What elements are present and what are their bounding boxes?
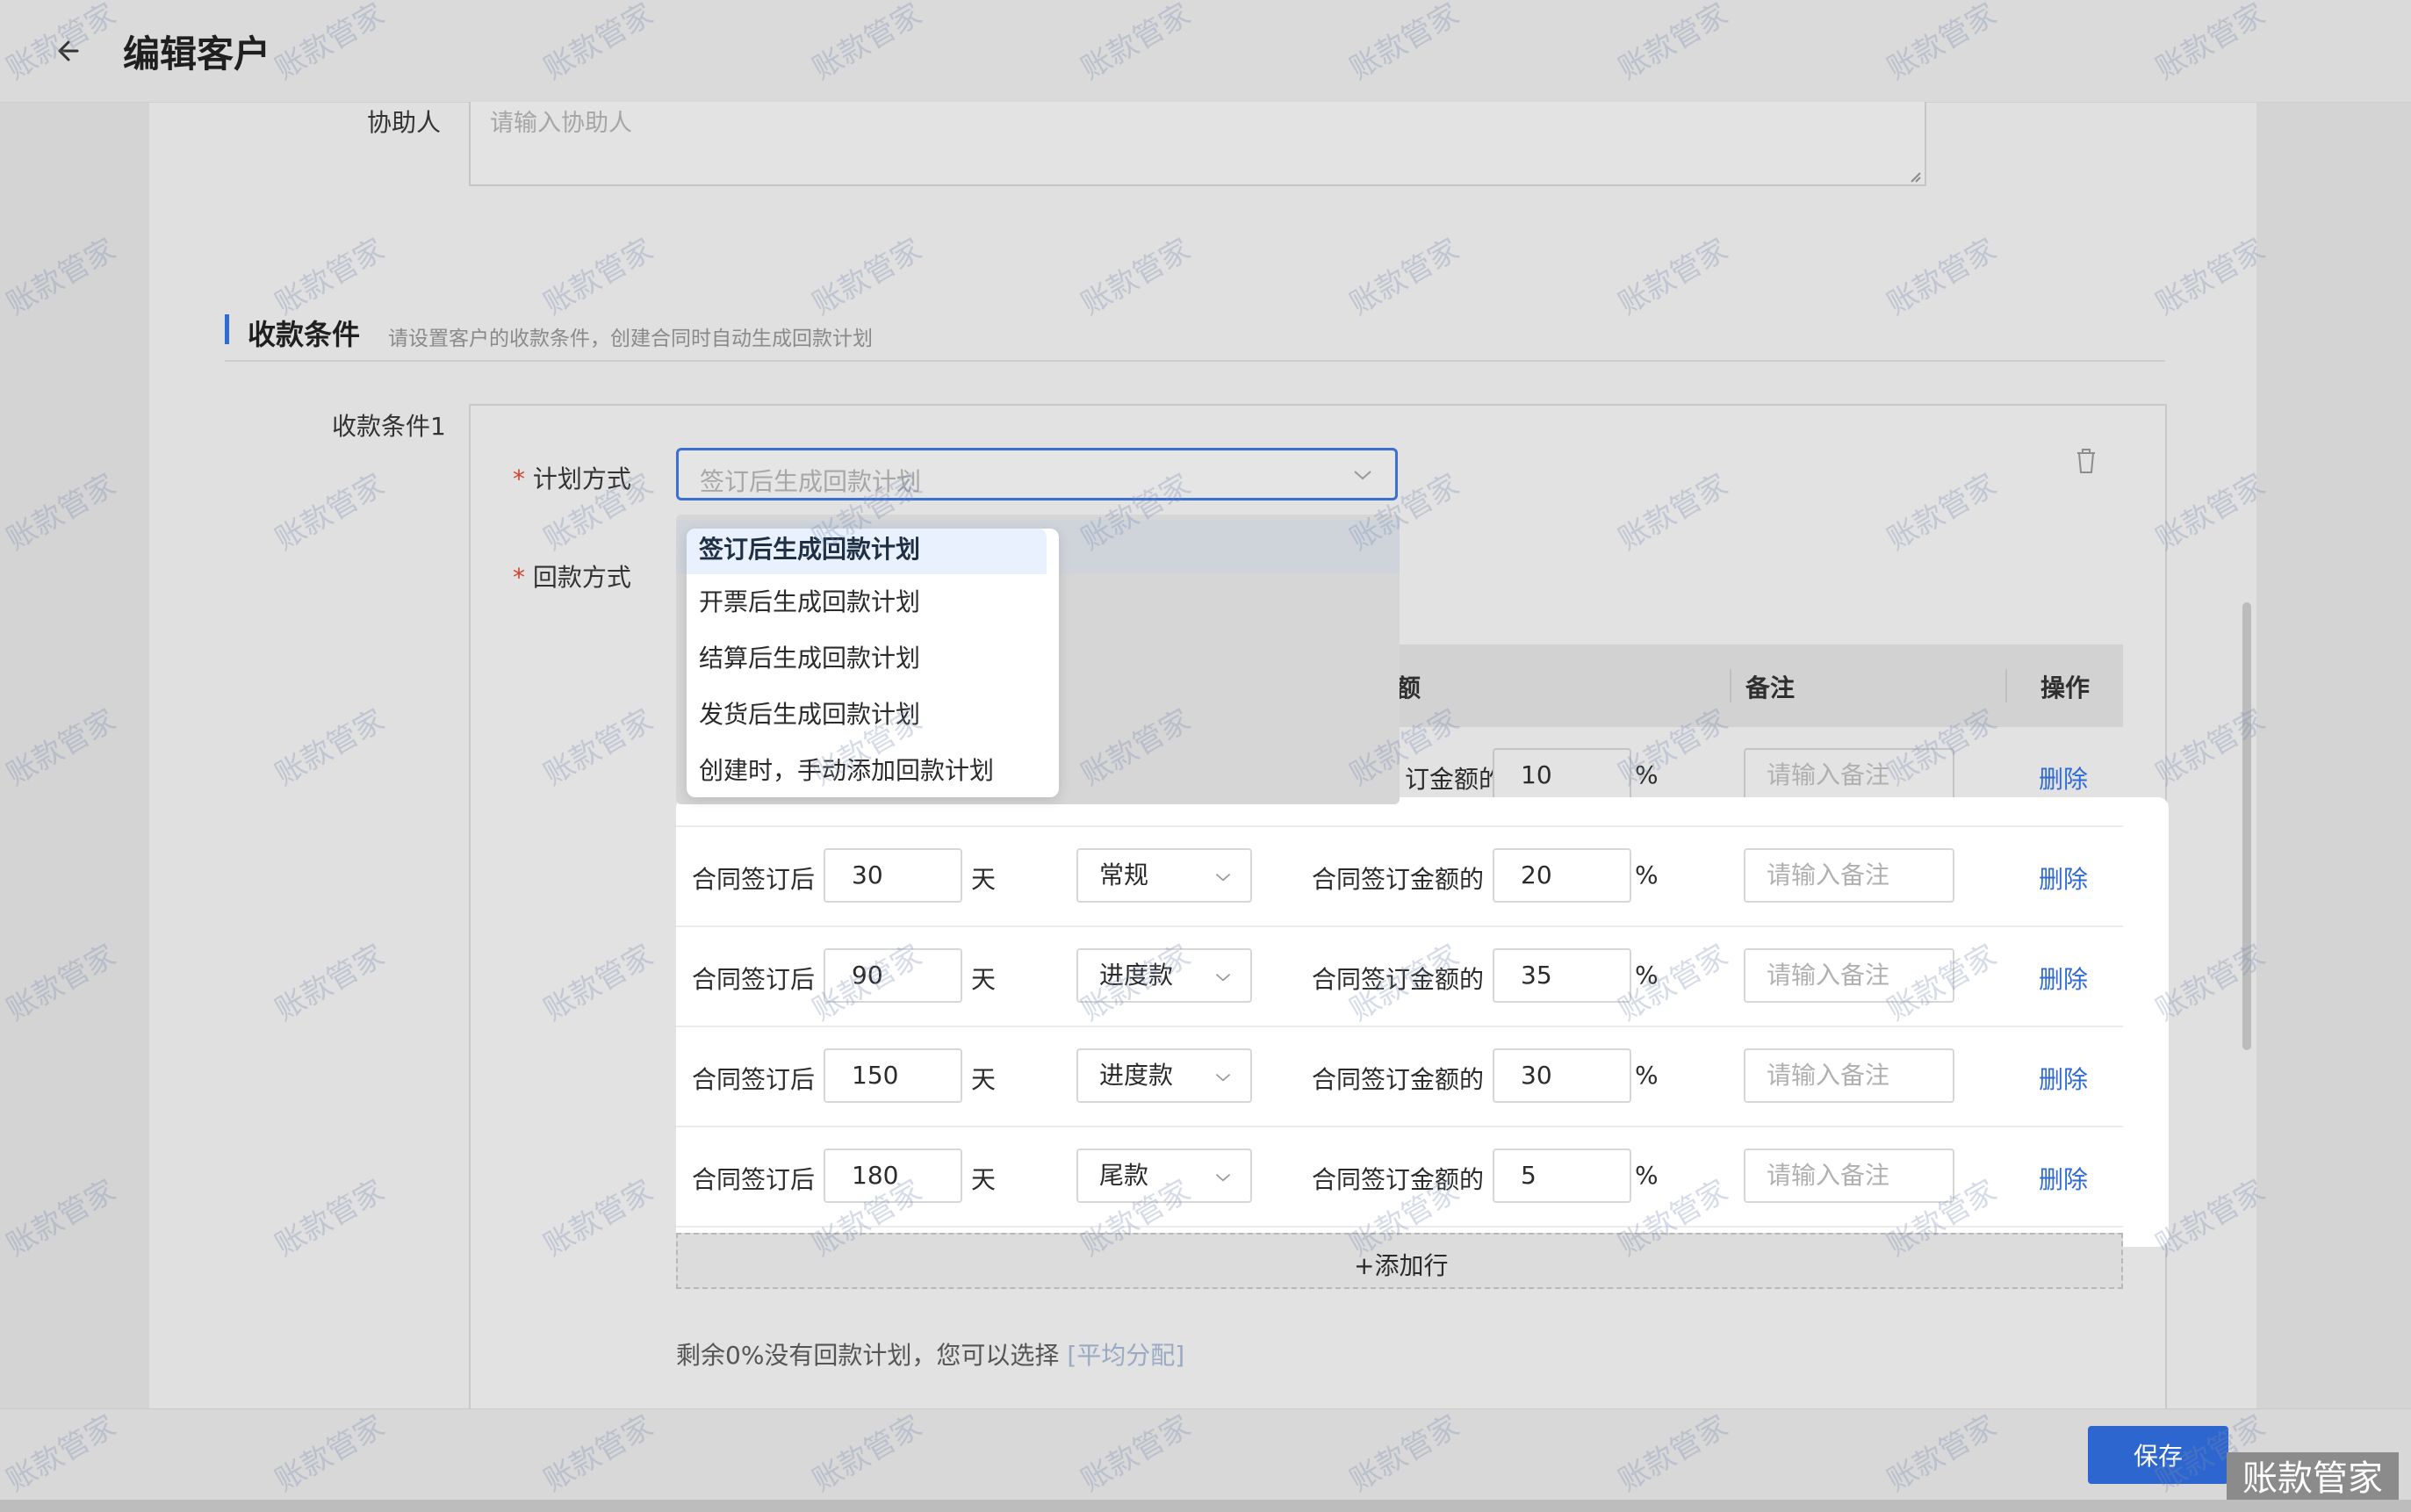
delete-link[interactable]: 删除 bbox=[2039, 1161, 2088, 1196]
days-input[interactable]: 150 bbox=[824, 1048, 962, 1103]
amount-header-partial: 额 bbox=[1396, 673, 1421, 702]
row-divider bbox=[676, 925, 2123, 927]
percent-unit: % bbox=[1635, 1161, 1659, 1190]
bottom-strip bbox=[0, 1500, 2411, 1512]
brand-logo: 账款管家 bbox=[2227, 1452, 2399, 1505]
dropdown-option[interactable]: 创建时，手动添加回款计划 bbox=[699, 752, 994, 787]
trash-icon[interactable] bbox=[2074, 446, 2098, 474]
required-mark: * bbox=[513, 563, 525, 592]
page-title: 编辑客户 bbox=[123, 32, 271, 76]
percent-input[interactable]: 10 bbox=[1493, 748, 1631, 803]
row-prefix: 合同签订后 bbox=[692, 865, 816, 894]
remark-input[interactable]: 请输入备注 bbox=[1744, 1048, 1954, 1103]
add-row-button[interactable]: +添加行 bbox=[676, 1233, 2123, 1289]
chevron-down-icon bbox=[1215, 1073, 1231, 1082]
payment-type-value: 进度款 bbox=[1099, 961, 1174, 990]
day-unit: 天 bbox=[971, 965, 997, 994]
delete-link[interactable]: 删除 bbox=[2039, 760, 2088, 796]
row-prefix: 合同签订后 bbox=[692, 1065, 816, 1094]
payment-method-text: 回款方式 bbox=[532, 563, 631, 592]
delete-link[interactable]: 删除 bbox=[2039, 961, 2088, 996]
plan-method-value: 签订后生成回款计划 bbox=[700, 467, 922, 496]
payment-type-value: 常规 bbox=[1099, 860, 1149, 889]
save-button[interactable]: 保存 bbox=[2088, 1426, 2228, 1484]
chevron-down-icon bbox=[1215, 873, 1231, 882]
payment-type-select[interactable]: 进度款 bbox=[1076, 1048, 1252, 1103]
payment-type-select[interactable]: 尾款 bbox=[1076, 1148, 1252, 1203]
section-title: 收款条件 bbox=[248, 318, 361, 351]
row-prefix: 合同签订后 bbox=[692, 965, 816, 994]
dropdown-option[interactable]: 签订后生成回款计划 bbox=[687, 529, 1047, 574]
delete-link[interactable]: 删除 bbox=[2039, 860, 2088, 896]
remark-input[interactable]: 请输入备注 bbox=[1744, 848, 1954, 903]
add-row-label: +添加行 bbox=[1354, 1251, 1449, 1280]
row-prefix: 合同签订后 bbox=[692, 1165, 816, 1194]
day-unit: 天 bbox=[971, 865, 997, 894]
row-divider bbox=[676, 1026, 2123, 1027]
amount-label: 合同签订金额的 bbox=[1312, 965, 1485, 994]
remark-input[interactable]: 请输入备注 bbox=[1744, 948, 1954, 1003]
percent-input[interactable]: 20 bbox=[1493, 848, 1631, 903]
payment-method-label: * 回款方式 bbox=[513, 558, 631, 594]
percent-unit: % bbox=[1635, 1061, 1659, 1090]
remaining-note: 剩余0%没有回款计划，您可以选择 [平均分配] bbox=[676, 1336, 1184, 1372]
left-gutter bbox=[0, 102, 149, 1410]
page-header bbox=[0, 0, 2411, 103]
back-arrow-icon[interactable] bbox=[51, 30, 93, 72]
remark-header: 备注 bbox=[1745, 673, 1796, 702]
delete-link[interactable]: 删除 bbox=[2039, 1061, 2088, 1096]
percent-input[interactable]: 30 bbox=[1493, 1048, 1631, 1103]
required-mark: * bbox=[513, 464, 525, 493]
remark-input[interactable]: 请输入备注 bbox=[1744, 748, 1954, 803]
assistant-placeholder: 请输入协助人 bbox=[490, 110, 632, 137]
days-input[interactable]: 180 bbox=[824, 1148, 962, 1203]
dropdown-option[interactable]: 开票后生成回款计划 bbox=[699, 583, 920, 618]
day-unit: 天 bbox=[971, 1165, 997, 1194]
percent-unit: % bbox=[1635, 760, 1659, 789]
header-separator bbox=[1730, 669, 1731, 702]
condition-label: 收款条件1 bbox=[332, 412, 446, 441]
days-input[interactable]: 90 bbox=[824, 948, 962, 1003]
chevron-down-icon bbox=[1215, 973, 1231, 982]
plan-method-select[interactable]: 签订后生成回款计划 bbox=[676, 448, 1398, 500]
section-subtitle: 请设置客户的收款条件，创建合同时自动生成回款计划 bbox=[388, 328, 873, 350]
row-divider bbox=[676, 825, 2123, 827]
payment-type-select[interactable]: 进度款 bbox=[1076, 948, 1252, 1003]
header-separator bbox=[2005, 669, 2007, 702]
amount-label: 合同签订金额的 bbox=[1312, 1065, 1485, 1094]
assistant-textarea[interactable] bbox=[469, 102, 1926, 186]
payment-type-value: 进度款 bbox=[1099, 1061, 1174, 1090]
row-divider bbox=[676, 1126, 2123, 1127]
percent-input[interactable]: 35 bbox=[1493, 948, 1631, 1003]
percent-unit: % bbox=[1635, 860, 1659, 889]
row-divider bbox=[676, 1226, 2123, 1228]
dropdown-option[interactable]: 发货后生成回款计划 bbox=[699, 695, 920, 731]
day-unit: 天 bbox=[971, 1065, 997, 1094]
dropdown-option[interactable]: 结算后生成回款计划 bbox=[699, 639, 920, 674]
action-header: 操作 bbox=[2040, 673, 2091, 702]
plan-method-text: 计划方式 bbox=[532, 464, 631, 493]
page-footer bbox=[0, 1408, 2411, 1501]
average-distribute-link[interactable]: [平均分配] bbox=[1067, 1341, 1184, 1370]
right-gutter bbox=[2256, 102, 2411, 1410]
remaining-text: 剩余0%没有回款计划，您可以选择 bbox=[676, 1341, 1060, 1370]
amount-label: 合同签订金额的 bbox=[1312, 865, 1485, 894]
chevron-down-icon bbox=[1354, 471, 1371, 480]
remark-input[interactable]: 请输入备注 bbox=[1744, 1148, 1954, 1203]
days-input[interactable]: 30 bbox=[824, 848, 962, 903]
amount-label: 合同签订金额的 bbox=[1312, 1165, 1485, 1194]
section-divider bbox=[225, 360, 2165, 362]
section-accent-bar bbox=[225, 314, 229, 344]
assistant-label: 协助人 bbox=[367, 108, 442, 137]
payment-type-value: 尾款 bbox=[1099, 1161, 1149, 1190]
chevron-down-icon bbox=[1215, 1173, 1231, 1182]
plan-method-dropdown: 签订后生成回款计划 开票后生成回款计划 结算后生成回款计划 发货后生成回款计划 … bbox=[687, 529, 1059, 797]
amount-label-partial: 订金额的 bbox=[1405, 765, 1504, 794]
scrollbar[interactable] bbox=[2242, 602, 2251, 1050]
resize-handle-icon[interactable] bbox=[1907, 169, 1921, 183]
percent-unit: % bbox=[1635, 961, 1659, 990]
plan-method-label: * 计划方式 bbox=[513, 460, 631, 495]
percent-input[interactable]: 5 bbox=[1493, 1148, 1631, 1203]
payment-type-select[interactable]: 常规 bbox=[1076, 848, 1252, 903]
